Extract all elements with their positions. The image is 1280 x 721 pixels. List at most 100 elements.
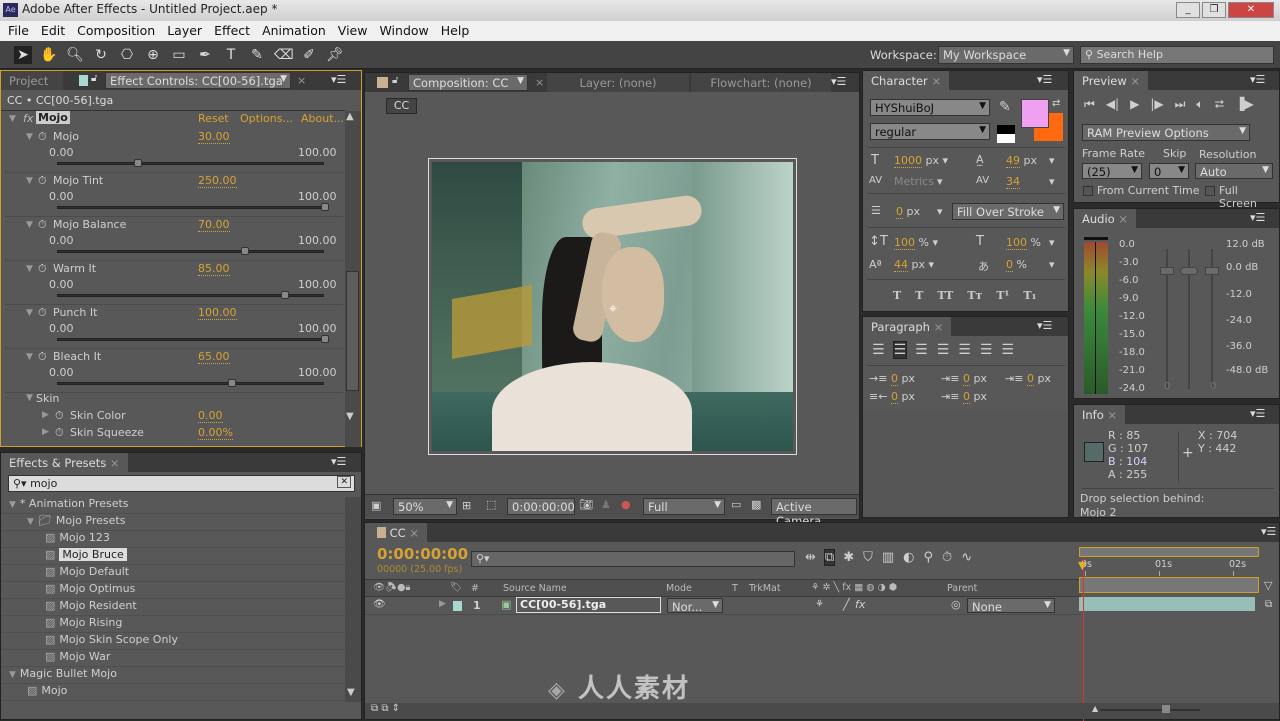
tab-paragraph[interactable]: Paragraph × bbox=[863, 317, 952, 336]
frame-rate-dropdown[interactable]: (25) ▼ bbox=[1082, 163, 1142, 179]
menu-file[interactable]: File bbox=[2, 21, 35, 41]
pick-whip-icon[interactable]: ◎ bbox=[951, 598, 961, 611]
magnification-dropdown[interactable]: 50% ▼ bbox=[393, 498, 457, 515]
audio-fader-left[interactable] bbox=[1160, 267, 1174, 275]
close-tab-icon[interactable]: × bbox=[110, 456, 120, 470]
expand-triangle-icon[interactable]: ▼ bbox=[26, 393, 33, 403]
indent-left-field[interactable]: →≡ 0 px bbox=[869, 372, 915, 386]
t-column-header[interactable]: T bbox=[732, 583, 738, 594]
ram-preview-options-dropdown[interactable]: RAM Preview Options ▼ bbox=[1082, 124, 1250, 141]
menu-layer[interactable]: Layer bbox=[161, 21, 208, 41]
minimize-button[interactable]: _ bbox=[1176, 2, 1200, 18]
audio-fader-link[interactable] bbox=[1180, 267, 1198, 275]
scroll-down-icon[interactable]: ▼ bbox=[347, 687, 355, 698]
close-tab-icon[interactable]: × bbox=[409, 526, 419, 540]
next-frame-icon[interactable]: |▶ bbox=[1150, 97, 1163, 112]
param-value[interactable]: 85.00 bbox=[198, 262, 230, 276]
stroke-width-value[interactable]: 0 bbox=[896, 205, 903, 219]
scrollbar[interactable]: ▼ bbox=[345, 497, 361, 702]
stopwatch-icon[interactable]: ⏱ bbox=[55, 426, 64, 440]
zoom-in-time-icon[interactable]: ▽ bbox=[1264, 579, 1272, 592]
stopwatch-icon[interactable]: ⏱ bbox=[38, 174, 47, 188]
param-slider[interactable] bbox=[57, 247, 324, 255]
menu-animation[interactable]: Animation bbox=[256, 21, 332, 41]
panel-menu-icon[interactable]: ▾☰ bbox=[331, 455, 346, 468]
scrollbar-thumb[interactable] bbox=[346, 271, 359, 391]
close-tab-icon[interactable]: × bbox=[934, 320, 944, 334]
resolution-dropdown[interactable]: Auto ▼ bbox=[1195, 163, 1273, 179]
menu-effect[interactable]: Effect bbox=[208, 21, 256, 41]
toggle-switches-icon[interactable]: ⧉ ⧉ ⇕ bbox=[371, 703, 400, 714]
expand-triangle-icon[interactable]: ▶ bbox=[42, 427, 49, 437]
anchor-point-icon[interactable]: ⌖ bbox=[609, 301, 617, 317]
menu-help[interactable]: Help bbox=[435, 21, 476, 41]
preset-list-item[interactable]: ▨ Mojo bbox=[1, 684, 345, 701]
panel-menu-icon[interactable]: ▾☰ bbox=[1261, 525, 1276, 538]
safe-zones-icon[interactable]: ⊞ bbox=[462, 499, 471, 512]
pan-behind-tool-icon[interactable]: ⊕ bbox=[144, 46, 162, 64]
pen-tool-icon[interactable]: ✒ bbox=[196, 46, 214, 64]
chevron-down-icon[interactable]: ▾ bbox=[1049, 175, 1055, 188]
tab-project[interactable]: Project bbox=[1, 71, 63, 90]
ram-preview-icon[interactable]: ▐▶ bbox=[1235, 97, 1253, 112]
fader-left-value[interactable]: 0 bbox=[1164, 381, 1170, 392]
number-column-header[interactable]: # bbox=[471, 583, 479, 594]
close-tab-icon[interactable]: × bbox=[1107, 408, 1117, 422]
fill-color-swatch[interactable] bbox=[1021, 99, 1049, 128]
expand-triangle-icon[interactable]: ▼ bbox=[9, 670, 16, 680]
lock-icon[interactable]: 🔓︎ bbox=[392, 75, 398, 86]
auto-keyframe-icon[interactable]: ⏱ bbox=[942, 550, 952, 565]
tab-layer[interactable]: Layer: (none) bbox=[547, 73, 689, 92]
camera-tool-icon[interactable]: ⎔ bbox=[118, 46, 136, 64]
channel-icon[interactable]: ● bbox=[621, 498, 631, 511]
chevron-down-icon[interactable]: ▾ bbox=[1049, 154, 1055, 167]
expand-triangle-icon[interactable]: ▼ bbox=[27, 517, 34, 527]
param-value[interactable]: 250.00 bbox=[198, 174, 237, 188]
camera-view-dropdown[interactable]: Active Camera bbox=[771, 498, 857, 528]
layer-name[interactable]: CC[00-56].tga bbox=[516, 597, 661, 613]
work-area-bar[interactable] bbox=[1079, 577, 1259, 593]
work-area-navigator[interactable] bbox=[1079, 547, 1259, 557]
font-style-dropdown[interactable]: regular ▼ bbox=[870, 123, 990, 140]
comp-navigator-button[interactable]: CC bbox=[386, 98, 417, 114]
slider-knob[interactable] bbox=[321, 203, 329, 211]
panel-menu-icon[interactable]: ▾☰ bbox=[331, 73, 346, 86]
mute-audio-icon[interactable]: 🔈︎ bbox=[1196, 97, 1203, 112]
maximize-button[interactable]: ❐ bbox=[1202, 2, 1226, 18]
source-name-column-header[interactable]: Source Name bbox=[503, 583, 567, 594]
slider-knob[interactable] bbox=[280, 291, 289, 299]
brainstorm-icon[interactable]: ⚲ bbox=[924, 550, 934, 565]
justify-last-center-icon[interactable]: ☰ bbox=[958, 342, 971, 358]
snapshot-icon[interactable]: 📷︎ bbox=[579, 498, 593, 511]
current-time-display[interactable]: 0:00:00:00 bbox=[377, 545, 468, 563]
last-frame-icon[interactable]: ⏭ bbox=[1175, 97, 1186, 112]
layer-row[interactable]: 👁︎ ▶ 1 ▣ CC[00-56].tga Nor... ▼ ⚘ ╱ fx ◎ None ▼ bbox=[365, 597, 1081, 615]
full-screen-checkbox[interactable] bbox=[1205, 186, 1215, 196]
type-tool-icon[interactable]: T bbox=[222, 46, 240, 64]
scroll-down-icon[interactable]: ▼ bbox=[346, 411, 354, 422]
kerning-value[interactable]: Metrics bbox=[894, 175, 934, 188]
close-tab-icon[interactable]: × bbox=[1118, 212, 1128, 226]
effect-switch-icon[interactable]: fx bbox=[855, 598, 865, 611]
hide-shy-layers-icon[interactable]: ⛉ bbox=[863, 550, 873, 565]
expand-triangle-icon[interactable]: ▶ bbox=[42, 410, 49, 420]
reset-link[interactable]: Reset bbox=[198, 112, 229, 125]
chevron-down-icon[interactable]: ▾ bbox=[1049, 236, 1055, 249]
indent-right-field[interactable]: ≡← 0 px bbox=[869, 390, 915, 404]
stopwatch-icon[interactable]: ⏱ bbox=[55, 409, 64, 423]
roto-brush-tool-icon[interactable]: ✐ bbox=[300, 46, 318, 64]
resolution-dropdown[interactable]: Full ▼ bbox=[643, 498, 725, 515]
slider-knob[interactable] bbox=[227, 379, 236, 387]
mode-column-header[interactable]: Mode bbox=[666, 583, 692, 594]
tab-effects-presets[interactable]: Effects & Presets × bbox=[1, 453, 128, 472]
menu-edit[interactable]: Edit bbox=[35, 21, 71, 41]
panel-menu-icon[interactable]: ▾☰ bbox=[1250, 73, 1265, 86]
close-button[interactable]: ✕ bbox=[1228, 2, 1274, 18]
stopwatch-icon[interactable]: ⏱ bbox=[38, 306, 47, 320]
align-right-icon[interactable]: ☰ bbox=[915, 342, 928, 358]
preset-list-item[interactable]: ▼ 📁︎ Mojo Presets bbox=[1, 514, 345, 531]
chevron-down-icon[interactable]: ▾ bbox=[937, 175, 943, 188]
from-current-time-checkbox[interactable] bbox=[1083, 186, 1093, 196]
slider-knob[interactable] bbox=[134, 159, 143, 167]
slider-knob[interactable] bbox=[321, 335, 329, 343]
